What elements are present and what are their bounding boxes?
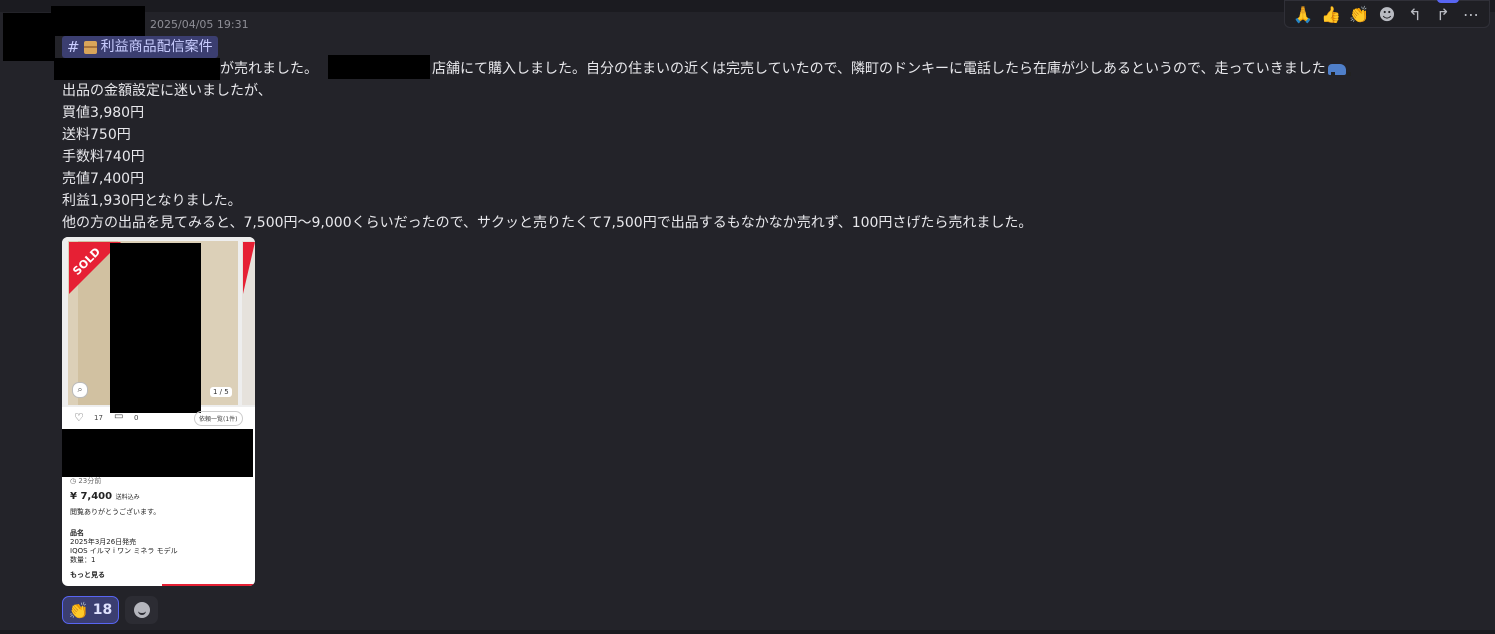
message-timestamp: 2025/04/05 19:31 [150, 18, 249, 31]
forward-icon[interactable]: ↱ [1431, 5, 1455, 24]
reaction-count: 18 [92, 602, 113, 618]
message-line: が売れました。 [220, 61, 318, 77]
add-reaction-icon[interactable]: ☻ [1375, 5, 1399, 24]
channel-name: 利益商品配信案件 [100, 39, 213, 55]
more-link: もっと見る [70, 571, 105, 579]
page-indicator: 1 / 5 [210, 387, 232, 397]
thumbs-up-icon[interactable]: 👍 [1319, 5, 1343, 24]
product-image-redacted [110, 243, 201, 413]
product-name-redacted [54, 58, 220, 80]
more-icon[interactable]: ⋯ [1459, 5, 1483, 24]
comment-icon: ▭ [114, 411, 124, 422]
release-date: 2025年3月26日発売 [70, 538, 137, 546]
reply-icon[interactable]: ↰ [1403, 5, 1427, 24]
car-icon [1327, 63, 1351, 76]
meta-row: ♡ 17 ▭ 0 依頼一覧(1件) [62, 411, 255, 427]
message-line: 店舗にて購入しました。自分の住まいの近くは完売していたので、隣町のドンキーに電話… [432, 58, 1351, 80]
add-reaction-button[interactable] [125, 596, 158, 624]
message-line: 買値3,980円 [62, 105, 145, 121]
clap-icon[interactable]: 👏 [1347, 5, 1371, 24]
top-bar [0, 0, 1495, 12]
list-button: 依頼一覧(1件) [194, 411, 243, 426]
package-icon [83, 40, 97, 54]
message-line: 出品の金額設定に迷いましたが、 [62, 83, 272, 99]
avatar-redacted[interactable] [3, 13, 55, 61]
comment-count: 0 [134, 414, 139, 422]
image-attachment[interactable]: SOLD ⌕ 1 / 5 ♡ 17 ▭ 0 依頼一覧(1件) ◷ 23分前 ¥ … [62, 237, 255, 586]
notification-badge [1437, 0, 1459, 3]
message-line: 送料750円 [62, 127, 131, 143]
price: ¥ 7,400 送料込み [70, 491, 140, 502]
message-line: 利益1,930円となりました。 [62, 193, 242, 209]
quantity: 数量：1 [70, 556, 96, 564]
item-name-label: 品名 [70, 529, 84, 537]
title-redacted [62, 429, 253, 477]
listing-details: ◷ 23分前 ¥ 7,400 送料込み 閲覧ありがとうございます。 品名 202… [70, 477, 250, 580]
message-line: 売値7,400円 [62, 171, 145, 187]
zoom-icon: ⌕ [72, 382, 88, 398]
bottom-accent [162, 584, 255, 586]
username-redacted[interactable] [51, 6, 145, 36]
store-name-redacted [328, 55, 430, 79]
greeting: 閲覧ありがとうございます。 [70, 508, 161, 516]
like-count: 17 [94, 414, 103, 422]
sold-banner [243, 242, 255, 294]
add-reaction-icon [133, 602, 150, 618]
channel-mention[interactable]: # 利益商品配信案件 [62, 36, 218, 58]
hash-icon: # [67, 38, 80, 56]
message-line: 他の方の出品を見てみると、7,500円〜9,000くらいだったので、サクッと売り… [62, 215, 1033, 231]
clap-reaction[interactable]: 👏 18 [62, 596, 119, 624]
heart-icon: ♡ [74, 411, 84, 424]
time-ago: ◷ 23分前 [70, 477, 102, 485]
clap-icon: 👏 [68, 600, 89, 620]
product-name: IQOS イルマ i ワン ミネラ モデル [70, 547, 178, 555]
bottom-bar [0, 630, 1495, 634]
message-line: 手数料740円 [62, 149, 145, 165]
pray-icon[interactable]: 🙏 [1291, 5, 1315, 24]
message-toolbar: 🙏 👍 👏 ☻ ↰ ↱ ⋯ [1284, 0, 1490, 28]
